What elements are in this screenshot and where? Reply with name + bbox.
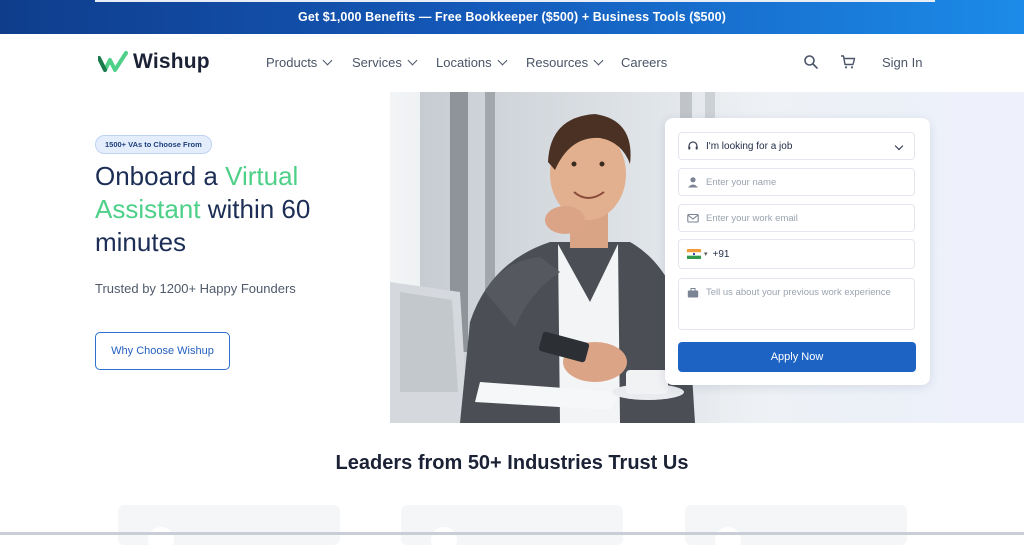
name-input[interactable] <box>706 176 906 188</box>
sign-in-link[interactable]: Sign In <box>882 55 922 70</box>
industry-card[interactable] <box>118 505 340 553</box>
headset-icon <box>688 141 698 150</box>
hero-headline: Onboard a Virtual Assistant within 60 mi… <box>95 160 395 259</box>
chevron-down-icon <box>322 55 333 66</box>
country-dropdown-caret-icon[interactable]: ▾ <box>704 250 708 258</box>
briefcase-icon <box>687 288 699 298</box>
trust-section-title: Leaders from 50+ Industries Trust Us <box>335 452 689 474</box>
nav-item-careers[interactable]: Careers <box>621 55 667 70</box>
promo-banner[interactable]: Get $1,000 Benefits — Free Bookkeeper ($… <box>0 0 1024 34</box>
cart-icon[interactable] <box>840 54 856 70</box>
chevron-down-icon <box>894 141 904 151</box>
chevron-down-icon <box>593 55 604 66</box>
nav-item-products[interactable]: Products <box>266 55 333 70</box>
apply-now-button[interactable]: Apply Now <box>678 342 916 372</box>
promo-text[interactable]: Get $1,000 Benefits — Free Bookkeeper ($… <box>298 10 726 24</box>
main-navbar: Wishup Products Services Locations Resou… <box>0 34 1024 93</box>
logo[interactable]: Wishup <box>98 50 210 74</box>
wishup-logo-icon <box>98 51 128 72</box>
nav-item-label: Locations <box>436 55 492 70</box>
why-choose-button[interactable]: Why Choose Wishup <box>95 332 230 370</box>
nav-item-label: Resources <box>526 55 589 70</box>
nav-item-label: Services <box>352 55 402 70</box>
email-input[interactable] <box>706 212 906 224</box>
email-field[interactable] <box>678 204 915 232</box>
nav-item-resources[interactable]: Resources <box>526 55 604 70</box>
card-icon-placeholder <box>715 527 741 553</box>
phone-code: +91 <box>712 248 730 260</box>
hero-subtext: Trusted by 1200+ Happy Founders <box>95 281 296 296</box>
nav-item-services[interactable]: Services <box>352 55 418 70</box>
nav-item-label: Products <box>266 55 318 70</box>
nav-item-label: Careers <box>621 55 668 70</box>
headline-part-1: Onboard a <box>95 161 226 191</box>
card-icon-placeholder <box>431 527 457 553</box>
industry-card[interactable] <box>401 505 623 553</box>
nav-item-locations[interactable]: Locations <box>436 55 508 70</box>
chevron-down-icon <box>497 55 508 66</box>
apply-form-card: I'm looking for a job ▾ +91 <box>665 118 930 385</box>
card-icon-placeholder <box>148 527 174 553</box>
brand-name: Wishup <box>133 50 210 73</box>
role-select-value: I'm looking for a job <box>706 140 793 152</box>
experience-input[interactable] <box>706 287 906 323</box>
chevron-down-icon <box>407 55 418 66</box>
phone-field[interactable]: ▾ +91 <box>678 239 915 269</box>
experience-field[interactable] <box>678 278 915 330</box>
search-icon[interactable] <box>803 54 819 70</box>
promo-top-border <box>95 0 935 2</box>
name-field[interactable] <box>678 168 915 196</box>
role-select[interactable]: I'm looking for a job <box>678 132 915 160</box>
hero-badge: 1500+ VAs to Choose From <box>95 135 212 154</box>
mail-icon <box>687 213 699 223</box>
industry-card[interactable] <box>685 505 907 553</box>
user-icon <box>688 177 698 188</box>
india-flag-icon[interactable] <box>687 249 701 259</box>
